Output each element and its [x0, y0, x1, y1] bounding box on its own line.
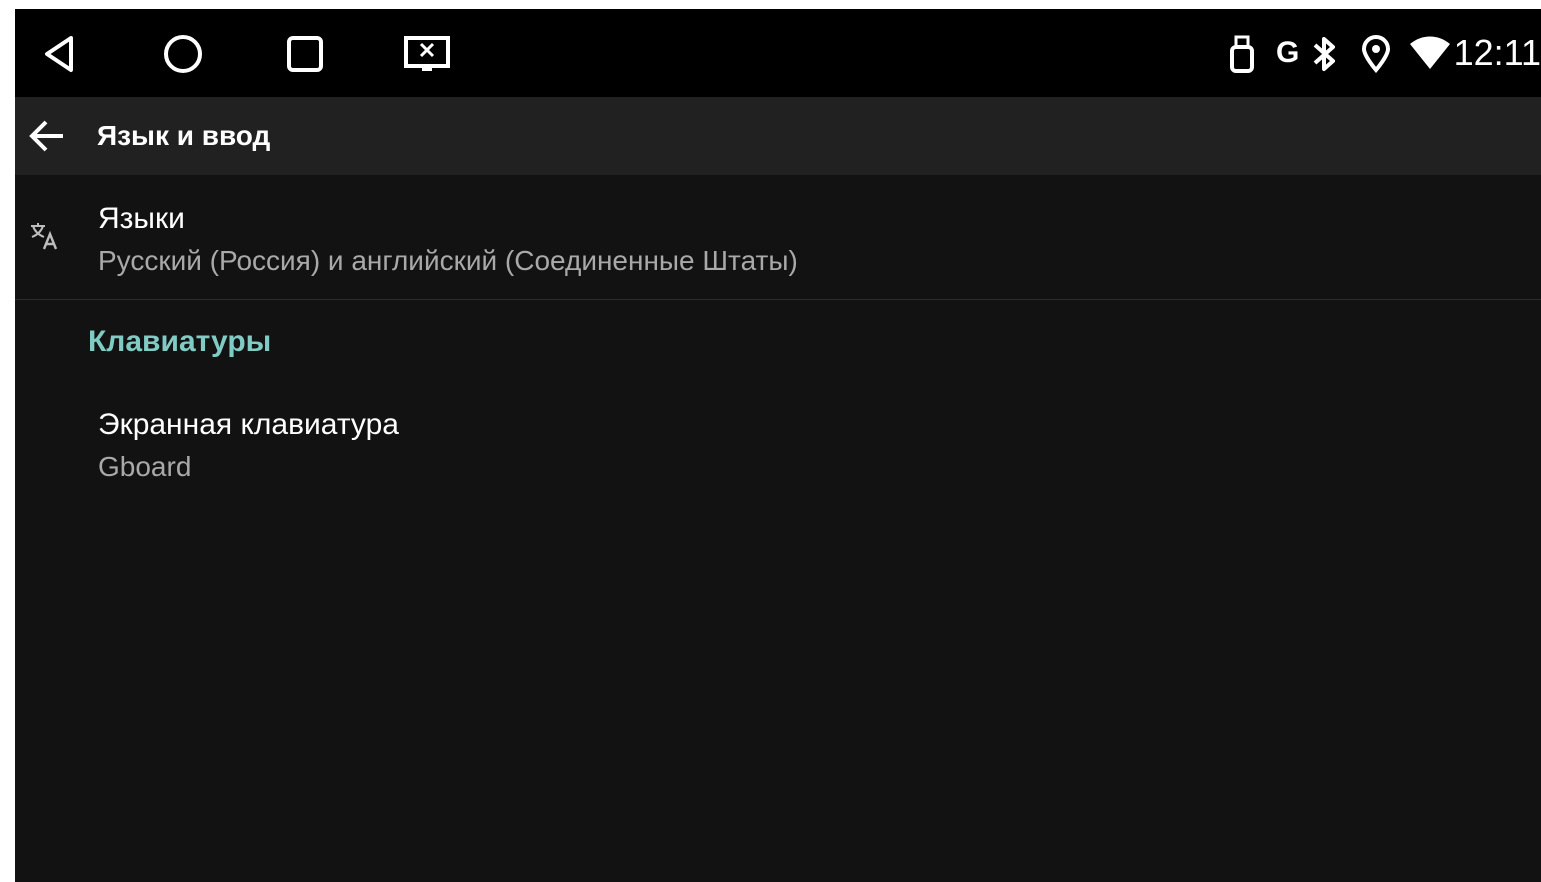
onscreen-keyboard-summary: Gboard	[98, 451, 192, 482]
languages-summary: Русский (Россия) и английский (Соединенн…	[98, 245, 798, 276]
languages-title: Языки	[98, 202, 185, 235]
toolbar: Язык и ввод	[15, 97, 1541, 175]
wifi-icon	[1409, 35, 1451, 71]
arrow-back-icon[interactable]	[27, 116, 67, 156]
keyboards-category-header: Клавиатуры	[88, 325, 272, 358]
onscreen-keyboard-setting[interactable]: Экранная клавиатура Gboard	[15, 389, 1541, 509]
bluetooth-icon	[1311, 35, 1339, 73]
usb-icon	[1229, 35, 1255, 73]
back-icon[interactable]	[35, 31, 83, 77]
languages-setting[interactable]: Языки Русский (Россия) и английский (Сое…	[15, 175, 1541, 299]
location-icon	[1361, 35, 1391, 73]
divider	[15, 299, 1541, 300]
clock: 12:11	[1453, 32, 1541, 73]
home-icon[interactable]	[159, 31, 207, 77]
onscreen-keyboard-title: Экранная клавиатура	[98, 408, 399, 441]
page-title: Язык и ввод	[97, 120, 271, 151]
network-type-label: G	[1276, 36, 1300, 69]
recents-icon[interactable]	[281, 31, 329, 77]
status-bar: G 12:11	[15, 9, 1541, 97]
screen-close-icon[interactable]	[403, 31, 451, 77]
screen: G 12:11 Язык и ввод Языки Русский (Росси…	[15, 9, 1541, 882]
translate-icon	[29, 221, 59, 251]
